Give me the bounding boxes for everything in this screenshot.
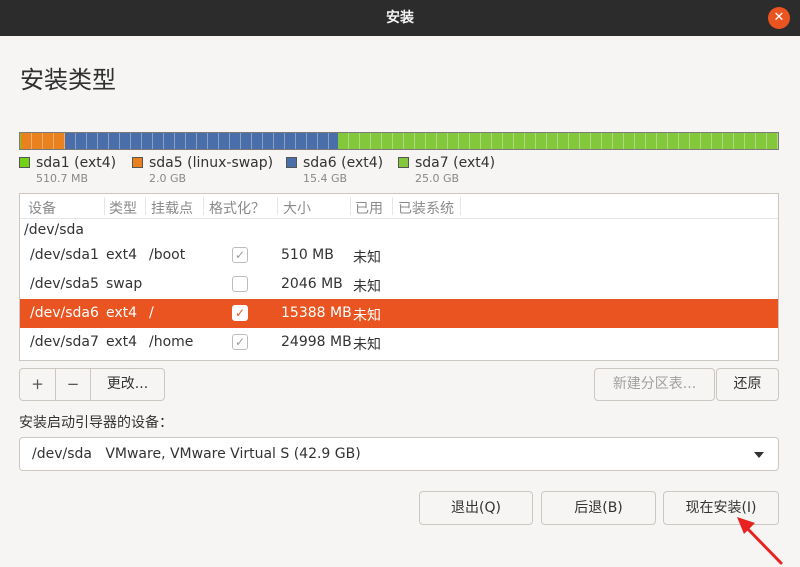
quit-button[interactable]: 退出(Q)	[419, 491, 533, 525]
add-partition-button[interactable]: +	[20, 369, 55, 400]
format-checkbox[interactable]: ✓	[232, 305, 248, 321]
disk-name: /dev/sda	[24, 222, 84, 238]
column-header-format[interactable]: 格式化？	[209, 198, 265, 218]
partition-bar-segment-sda5	[21, 133, 65, 149]
cell-device: /dev/sda5	[30, 276, 99, 292]
cell-type: swap	[106, 276, 143, 292]
column-header-installed-system[interactable]: 已装系统	[398, 198, 454, 218]
table-row-sda7[interactable]: /dev/sda7 ext4 /home ✓ 24998 MB 未知	[20, 328, 778, 357]
column-separator	[350, 197, 351, 215]
change-partition-button[interactable]: 更改...	[91, 369, 164, 400]
cell-size: 2046 MB	[281, 276, 343, 292]
cell-used: 未知	[353, 337, 381, 353]
column-separator	[392, 197, 393, 215]
remove-partition-button[interactable]: −	[56, 369, 90, 400]
new-partition-table-button[interactable]: 新建分区表...	[594, 368, 715, 401]
partition-table: 设备 类型 挂载点 格式化？ 大小 已用 已装系统 /dev/sda /dev/…	[19, 193, 779, 361]
partition-toolbar: + − 更改...	[19, 368, 165, 401]
cell-size: 510 MB	[281, 247, 334, 263]
legend-size: 15.4 GB	[303, 172, 348, 185]
page-title: 安装类型	[20, 66, 116, 94]
legend-item-sda7: sda7 (ext4) 25.0 GB	[398, 155, 508, 187]
legend-swatch	[19, 157, 30, 168]
bootloader-device-label: 安装启动引导器的设备：	[19, 415, 173, 431]
window-title: 安装	[386, 10, 414, 26]
legend-swatch	[132, 157, 143, 168]
column-header-type[interactable]: 类型	[109, 198, 137, 218]
window-titlebar: 安装 ✕	[0, 0, 800, 36]
legend-swatch	[286, 157, 297, 168]
cell-device: /dev/sda6	[30, 305, 99, 321]
legend-name: sda5 (linux-swap)	[149, 155, 274, 171]
column-separator	[460, 197, 461, 215]
legend-size: 510.7 MB	[36, 172, 89, 185]
cell-device: /dev/sda7	[30, 334, 99, 350]
legend-name: sda7 (ext4)	[415, 155, 496, 171]
cell-used: 未知	[353, 308, 381, 324]
cell-used: 未知	[353, 250, 381, 266]
cell-type: ext4	[106, 247, 138, 263]
cell-mount: /home	[149, 334, 194, 350]
minus-icon: −	[66, 375, 80, 393]
partition-bar-segment-sda6	[65, 133, 338, 149]
column-header-size[interactable]: 大小	[283, 198, 311, 218]
close-window-button[interactable]: ✕	[768, 7, 790, 29]
legend-item-sda5: sda5 (linux-swap) 2.0 GB	[132, 155, 282, 187]
table-row-sda1[interactable]: /dev/sda1 ext4 /boot ✓ 510 MB 未知	[20, 241, 778, 270]
legend-size: 25.0 GB	[415, 172, 460, 185]
revert-button[interactable]: 还原	[716, 368, 779, 401]
partition-bar-segment-sda7	[338, 133, 778, 149]
format-checkbox[interactable]	[232, 276, 248, 292]
check-icon: ✓	[234, 248, 246, 262]
format-checkbox[interactable]: ✓	[232, 247, 248, 263]
column-separator	[104, 197, 105, 215]
bootloader-device-select[interactable]: /dev/sda VMware, VMware Virtual S (42.9 …	[19, 437, 779, 471]
legend-size: 2.0 GB	[149, 172, 187, 185]
cell-mount: /	[149, 305, 154, 321]
table-row-sda5[interactable]: /dev/sda5 swap 2046 MB 未知	[20, 270, 778, 299]
cell-size: 15388 MB	[281, 305, 352, 321]
cell-device: /dev/sda1	[30, 247, 99, 263]
cell-type: ext4	[106, 305, 138, 321]
plus-icon: +	[31, 375, 44, 393]
back-button[interactable]: 后退(B)	[541, 491, 656, 525]
check-icon: ✓	[234, 335, 246, 349]
table-row-sda6[interactable]: /dev/sda6 ext4 / ✓ 15388 MB 未知	[20, 299, 778, 328]
annotation-arrow-icon	[737, 517, 783, 565]
legend-name: sda6 (ext4)	[303, 155, 384, 171]
cell-size: 24998 MB	[281, 334, 352, 350]
cell-mount: /boot	[149, 247, 186, 263]
legend-swatch	[398, 157, 409, 168]
column-header-used[interactable]: 已用	[355, 198, 383, 218]
column-header-mount[interactable]: 挂载点	[151, 198, 193, 218]
column-separator	[203, 197, 204, 215]
format-checkbox[interactable]: ✓	[232, 334, 248, 350]
check-icon: ✓	[234, 306, 246, 320]
legend-name: sda1 (ext4)	[36, 155, 117, 171]
cell-used: 未知	[353, 279, 381, 295]
table-header: 设备 类型 挂载点 格式化？ 大小 已用 已装系统	[20, 194, 778, 219]
legend-item-sda6: sda6 (ext4) 15.4 GB	[286, 155, 396, 187]
partition-usage-bar	[19, 132, 779, 150]
dropdown-arrow-icon	[754, 452, 764, 458]
bootloader-device-value: /dev/sda VMware, VMware Virtual S (42.9 …	[32, 446, 361, 462]
legend-item-sda1: sda1 (ext4) 510.7 MB	[19, 155, 139, 187]
cell-type: ext4	[106, 334, 138, 350]
close-icon: ✕	[773, 10, 785, 25]
column-separator	[277, 197, 278, 215]
column-header-device[interactable]: 设备	[28, 198, 56, 218]
column-separator	[145, 197, 146, 215]
